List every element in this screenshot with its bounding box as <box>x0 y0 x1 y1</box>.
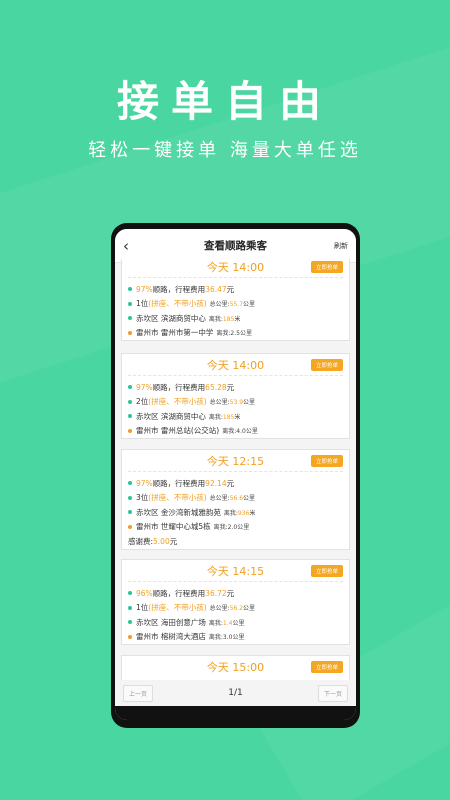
green-dot-icon <box>128 301 132 306</box>
seats-row: 2位 (拼座、不带小孩) 总公里:53.9公里 <box>128 395 343 410</box>
pickup-row: 赤坎区 滨湖商贸中心 离我:185米 <box>128 409 343 424</box>
orange-dot-icon <box>128 330 132 335</box>
green-dot-icon <box>128 481 132 486</box>
green-dot-icon <box>128 287 132 292</box>
home-bar <box>115 706 356 720</box>
destination-row: 雷州市 世耀中心城5栋 离我:2.0公里 <box>128 520 343 535</box>
departure-time: 今天 15:00 <box>206 661 265 674</box>
seats-row: 1位 (拼座、不带小孩) 总公里:55.7公里 <box>128 297 343 312</box>
green-dot-icon <box>128 495 132 500</box>
card-header: 今天 15:00 立即抢单 <box>128 656 343 678</box>
grab-order-button[interactable]: 立即抢单 <box>310 565 343 577</box>
grab-order-button[interactable]: 立即抢单 <box>310 661 343 673</box>
grab-order-button[interactable]: 立即抢单 <box>310 359 343 371</box>
card-header: 今天 14:00 立即抢单 <box>128 259 343 278</box>
thanks-fee-row: 感谢费: 5.00 元 <box>128 536 178 546</box>
passenger-card: 今天 12:15 立即抢单 97% 顺路，行程费用 92.14 元 3位 (拼座、不带小… <box>121 449 350 550</box>
departure-time: 今天 14:00 <box>206 358 265 372</box>
passenger-list[interactable]: 今天 14:00 立即抢单 97% 顺路，行程费用 36.47 元 1位 (拼座、不带小… <box>115 259 356 680</box>
seats-row: 3位 (拼座、不带小孩) 总公里:56.6公里 <box>128 491 343 506</box>
departure-time: 今天 12:15 <box>206 454 265 468</box>
pickup-row: 赤坎区 滨湖商贸中心 离我:185米 <box>128 311 343 326</box>
green-dot-icon <box>128 620 132 625</box>
green-dot-icon <box>128 385 132 390</box>
grab-order-button[interactable]: 立即抢单 <box>310 261 343 273</box>
orange-dot-icon <box>128 428 132 433</box>
departure-time: 今天 14:00 <box>206 260 265 274</box>
page-title: 查看顺路乘客 <box>204 240 267 252</box>
route-match-row: 97% 顺路，行程费用 36.47 元 <box>128 282 343 297</box>
back-icon[interactable]: ‹ <box>123 237 153 255</box>
green-dot-icon <box>128 510 132 515</box>
passenger-card: 今天 14:15 立即抢单 96% 顺路，行程费用 36.72 元 1位 (拼座、不带小… <box>121 559 350 645</box>
green-dot-icon <box>128 399 132 404</box>
navbar: ‹ 查看顺路乘客 刷新 <box>115 229 356 263</box>
prev-page-button[interactable]: 上一页 <box>123 684 154 702</box>
passenger-card: 今天 14:00 立即抢单 97% 顺路，行程费用 36.47 元 1位 (拼座、不带小… <box>121 259 350 341</box>
page-indicator: 1/1 <box>228 688 243 698</box>
passenger-card: 今天 14:00 立即抢单 97% 顺路，行程费用 65.28 元 2位 (拼座、不带小… <box>121 353 350 439</box>
green-dot-icon <box>128 605 132 610</box>
departure-time: 今天 14:15 <box>206 564 265 578</box>
card-header: 今天 14:15 立即抢单 <box>128 560 343 582</box>
pagination: 上一页 1/1 下一页 <box>115 680 356 706</box>
card-header: 今天 14:00 立即抢单 <box>128 354 343 376</box>
orange-dot-icon <box>128 524 132 529</box>
card-header: 今天 12:15 立即抢单 <box>128 450 343 472</box>
pickup-row: 赤坎区 金沙湾新城雅韵苑 离我:936米 <box>128 505 343 520</box>
green-dot-icon <box>128 414 132 419</box>
phone-frame: ‹ 查看顺路乘客 刷新 今天 14:00 立即抢单 97% 顺路，行程费用 36.4… <box>111 223 360 728</box>
route-match-row: 97% 顺路，行程费用 65.28 元 <box>128 380 343 395</box>
green-dot-icon <box>128 591 132 596</box>
destination-row: 雷州市 雷州总站(公交站) 离我:4.0公里 <box>128 424 343 439</box>
grab-order-button[interactable]: 立即抢单 <box>310 455 343 467</box>
next-page-button[interactable]: 下一页 <box>317 684 348 702</box>
passenger-card: 今天 15:00 立即抢单 <box>121 655 350 680</box>
destination-row: 雷州市 榕树湾大酒店 离我:3.0公里 <box>128 630 343 645</box>
refresh-button[interactable]: 刷新 <box>318 241 348 251</box>
orange-dot-icon <box>128 634 132 639</box>
destination-row: 雷州市 雷州市第一中学 离我:2.5公里 <box>128 326 343 341</box>
seats-row: 1位 (拼座、不带小孩) 总公里:56.2公里 <box>128 601 343 616</box>
route-match-row: 97% 顺路，行程费用 92.14 元 <box>128 476 343 491</box>
green-dot-icon <box>128 316 132 321</box>
phone-screen: ‹ 查看顺路乘客 刷新 今天 14:00 立即抢单 97% 顺路，行程费用 36.4… <box>115 229 356 720</box>
route-match-row: 96% 顺路，行程费用 36.72 元 <box>128 586 343 601</box>
subline: 轻松一键接单 海量大单任选 <box>88 140 362 161</box>
pickup-row: 赤坎区 海田创意广场 离我:1.4公里 <box>128 615 343 630</box>
headline: 接单自由 <box>116 77 333 126</box>
